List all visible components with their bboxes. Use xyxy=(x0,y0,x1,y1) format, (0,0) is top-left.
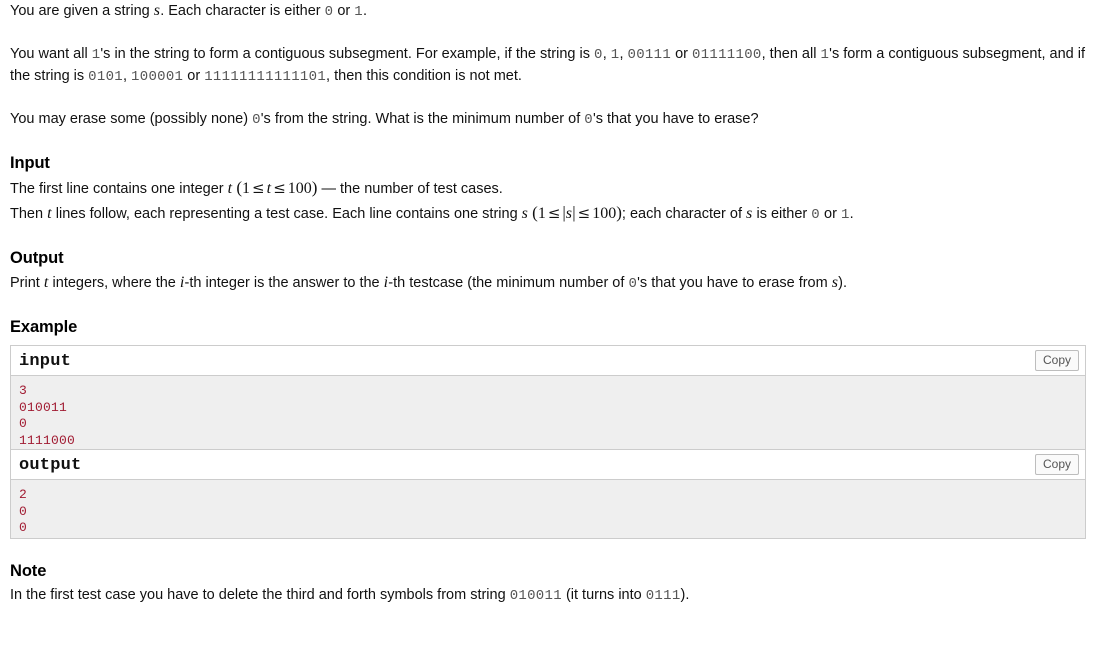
copy-output-button[interactable]: Copy xyxy=(1034,454,1079,475)
output-specification-section: Output Print t integers, where the i-th … xyxy=(10,247,1086,295)
note-paragraph: In the first test case you have to delet… xyxy=(10,587,690,604)
inline-math: s xyxy=(521,205,529,222)
copy-input-button[interactable]: Copy xyxy=(1034,350,1079,371)
inline-code: 11111111111101 xyxy=(204,69,327,85)
inline-code: 00111 xyxy=(627,47,672,63)
inline-math: t xyxy=(227,180,233,197)
inline-math: 1 xyxy=(537,205,546,222)
inline-code: 0 xyxy=(811,207,820,223)
sample-output-header: output Copy xyxy=(11,450,1085,480)
inline-math: s xyxy=(153,2,161,19)
input-paragraph: Then t lines follow, each representing a… xyxy=(10,203,854,223)
inline-code: 0 xyxy=(628,276,638,292)
output-section-title: Output xyxy=(10,249,64,267)
inline-code: 1 xyxy=(354,4,363,20)
sample-input-content[interactable]: 3 010011 0 1111000 xyxy=(11,376,1085,449)
sample-output-label: output xyxy=(19,456,82,475)
example-section: Example input Copy 3 010011 0 1111000 ou… xyxy=(10,316,1086,539)
inline-code: 100001 xyxy=(131,69,184,85)
inline-math: ≤ xyxy=(547,204,561,222)
example-section-title: Example xyxy=(10,318,78,336)
problem-legend: You are given a string s. Each character… xyxy=(10,0,1086,131)
sample-output-content[interactable]: 2 0 0 xyxy=(11,480,1085,538)
output-paragraph: Print t integers, where the i-th integer… xyxy=(10,274,848,292)
inline-code: 01111100 xyxy=(692,47,762,63)
inline-math: i xyxy=(383,274,389,291)
sample-test-output: output Copy 2 0 0 xyxy=(10,449,1086,539)
sample-test-input: input Copy 3 010011 0 1111000 xyxy=(10,345,1086,449)
inline-math: t xyxy=(43,274,49,291)
inline-math: ≤ xyxy=(577,204,591,222)
inline-code: 0101 xyxy=(88,69,123,85)
inline-math: ) xyxy=(311,178,318,197)
sample-input-header: input Copy xyxy=(11,346,1085,376)
input-section-title: Input xyxy=(10,154,50,172)
inline-code: 0111 xyxy=(645,588,681,604)
input-specification-section: Input The first line contains one intege… xyxy=(10,152,1086,226)
inline-math: ) xyxy=(616,203,622,222)
inline-math: s xyxy=(746,205,753,222)
inline-math: 100 xyxy=(592,205,617,222)
inline-code: 0 xyxy=(594,47,603,63)
problem-statement-page: You are given a string s. Each character… xyxy=(0,0,1096,607)
statement-paragraph: You are given a string s. Each character… xyxy=(10,2,368,20)
inline-math: ≤ xyxy=(273,179,286,197)
inline-math: t xyxy=(47,205,52,222)
inline-math: 1 xyxy=(241,180,250,197)
inline-code: 1 xyxy=(840,207,850,223)
inline-math: i xyxy=(179,274,185,291)
statement-paragraph: You want all 1's in the string to form a… xyxy=(10,46,1086,85)
sample-input-label: input xyxy=(19,352,72,371)
inline-math: 100 xyxy=(287,180,312,197)
note-section: Note In the first test case you have to … xyxy=(10,560,1086,607)
inline-code: 0 xyxy=(252,112,261,128)
inline-code: 0 xyxy=(584,112,593,128)
inline-code: 1 xyxy=(610,47,620,63)
input-paragraph: The first line contains one integer t (1… xyxy=(10,178,503,197)
inline-math: s xyxy=(831,274,839,291)
inline-math: ≤ xyxy=(251,179,265,197)
inline-code: 1 xyxy=(820,47,830,63)
inline-code: 0 xyxy=(324,4,334,20)
inline-code: 1 xyxy=(91,47,101,63)
inline-code: 010011 xyxy=(509,588,562,604)
note-section-title: Note xyxy=(10,562,47,580)
sample-tests: input Copy 3 010011 0 1111000 output Cop… xyxy=(10,345,1086,539)
statement-paragraph: You may erase some (possibly none) 0's f… xyxy=(10,111,759,128)
